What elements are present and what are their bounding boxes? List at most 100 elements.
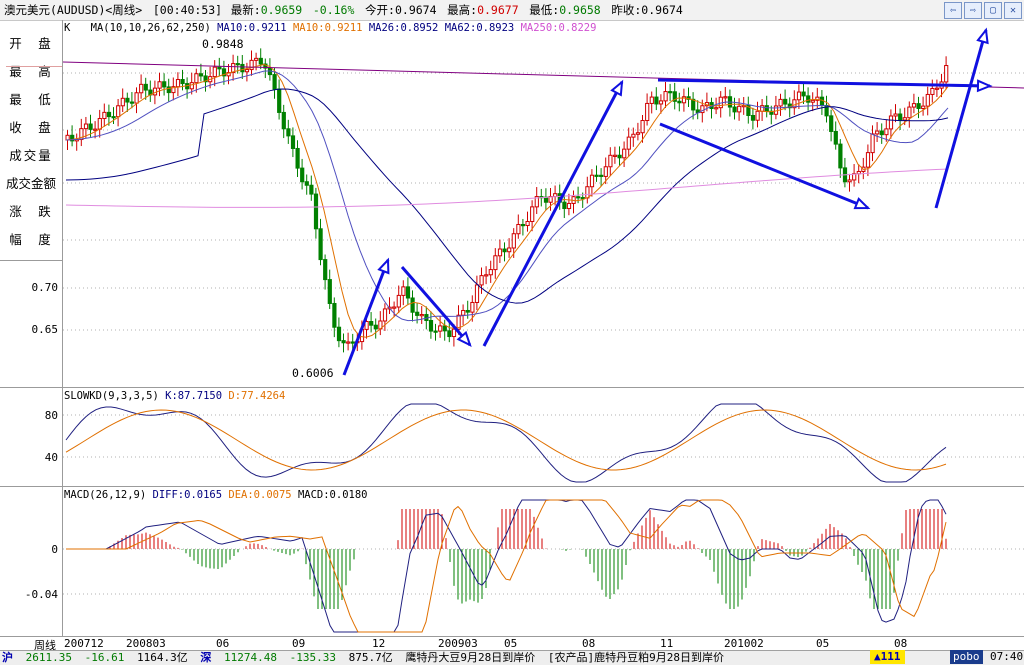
candle-body [129,101,135,104]
kd-panel-separator [0,387,1024,388]
candle-body [525,220,530,227]
x-label-05b: 05 [816,637,830,650]
kd-panel-header: SLOWKD(9,3,3,5) K:87.7150 D:77.4264 [64,390,285,402]
candle-body [327,279,332,304]
candle-body [608,154,613,168]
candle-body [254,57,259,61]
candle-body [502,248,507,253]
candle-body [548,196,553,203]
candle-body [585,186,590,199]
candle-body [157,81,162,89]
prev-close-label: 昨收: [611,3,642,17]
news-ticker-1[interactable]: 鹰特丹大豆9月28日到岸价 [405,651,535,665]
ma10-line [65,63,949,338]
candle-body [852,173,857,181]
trend-arrow-5 [659,122,869,210]
candle-body [842,167,848,183]
candle-body [939,81,944,89]
candle-body [267,67,273,76]
candle-body [405,286,411,299]
candle-body [603,166,608,177]
candle-body [470,301,475,313]
candle-body [566,202,572,210]
candle-body [249,59,254,71]
candle-body [392,306,397,309]
news-ticker-2[interactable]: [农产品]鹿特丹豆粕9月28日到岸价 [548,651,724,665]
back-arrow-icon[interactable]: ⇦ [944,2,962,19]
label-volume: 成交量 [9,148,53,163]
candle-body [382,308,388,322]
candle-body [180,79,185,85]
candle-body [534,196,539,208]
candle-body [557,193,562,203]
candle-body [148,89,153,96]
candle-body [833,130,838,145]
forward-arrow-icon[interactable]: ⇨ [964,2,982,19]
x-label-201002: 201002 [724,637,764,650]
candle-body [520,223,526,227]
candle-body [714,107,719,110]
candle-body [801,91,806,97]
candle-body [921,105,926,109]
sh-change: -16.61 [84,651,125,664]
candle-body [318,228,323,261]
label-close: 收 盘 [9,120,53,135]
candle-body [530,206,535,222]
x-label-200903: 200903 [438,637,478,650]
maximize-icon[interactable]: ▢ [984,2,1002,19]
candle-body [433,330,438,333]
candle-body [479,275,484,286]
candle-body [447,330,452,338]
label-open: 开 盘 [9,36,53,51]
candle-body [300,167,305,183]
macd-macd-value: MACD:0.0180 [297,489,368,501]
candle-body [346,341,351,344]
candle-body [783,98,788,105]
high-label: 最高: [447,3,478,17]
candle-body [217,66,222,70]
latest-label: 最新: [230,3,261,17]
candle-body [116,105,121,118]
candle-body [364,321,369,330]
alert-badge[interactable]: ▲111 [870,650,905,664]
candle-body [741,105,746,108]
candle-body [723,96,728,99]
trend-arrow-2-head [456,330,472,347]
chart-canvas [62,27,1024,633]
candle-body [760,105,765,112]
trend-arrow-5-head [853,197,871,210]
candle-body [750,114,756,121]
candle-body [925,93,930,107]
candle-body [888,115,894,130]
label-amount: 成交金额 [5,176,56,191]
candle-body [516,223,521,235]
candle-body [815,96,820,101]
candle-body [507,247,512,253]
trend-arrow-2 [400,266,472,346]
candle-body [65,134,70,141]
candle-body [70,134,75,142]
candle-body [373,324,378,330]
candle-body [672,91,677,102]
trend-arrow-6-head [976,27,989,45]
candle-body [83,123,89,130]
ma-long-line [62,61,1024,89]
candle-body [819,96,825,106]
candle-body [649,96,654,104]
candle-body [704,102,710,107]
candle-body [442,325,447,332]
candle-body [562,201,567,210]
candle-body [106,111,112,118]
candle-body [465,309,470,313]
macd-title: MACD(26,12,9) [64,489,147,501]
macd-dea-line [66,499,947,633]
candle-body [474,284,480,303]
sz-amount: 875.7亿 [348,651,393,664]
candle-body [74,139,79,142]
candle-body [277,88,282,113]
candle-body [681,96,687,104]
candle-body [580,197,585,200]
close-icon[interactable]: ✕ [1004,2,1022,19]
candle-body [401,286,406,296]
candle-body [244,69,250,73]
